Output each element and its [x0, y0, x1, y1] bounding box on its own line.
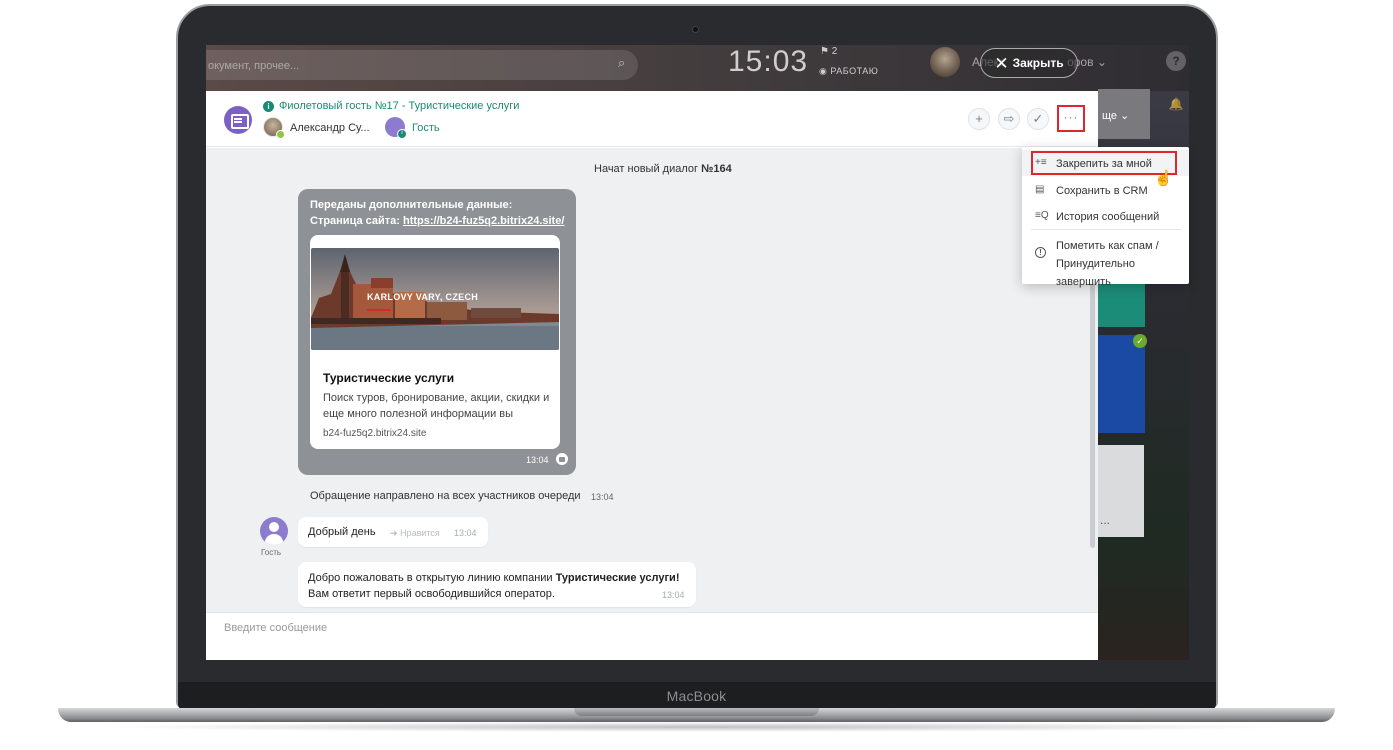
add-user-button[interactable]: +: [968, 108, 990, 130]
camera-icon: [692, 26, 699, 33]
message-time: 13:04: [454, 528, 477, 538]
menu-item-label: Пометить как спам / Принудительно заверш…: [1056, 237, 1189, 291]
chat-messages: Начат новый диалог №164 Переданы дополни…: [206, 148, 1098, 612]
welcome-text: Добро пожаловать в открытую линию компан…: [308, 572, 556, 584]
laptop-notch: [574, 708, 819, 716]
dialog-start-label: Начат новый диалог №164: [594, 163, 732, 175]
chat-panel: i Фиолетовый гость №17 - Туристические у…: [206, 91, 1098, 660]
portal-search-input[interactable]: окумент, прочее...: [206, 50, 638, 80]
background-tile-label: ще: [1102, 110, 1118, 122]
dialog-start-text: Начат новый диалог: [594, 163, 702, 175]
message-text: Добрый день: [308, 526, 376, 538]
finish-button[interactable]: ✓: [1027, 108, 1049, 130]
welcome-text-line2: Вам ответит первый освободившийся операт…: [308, 588, 555, 600]
message-input[interactable]: [224, 619, 824, 637]
guest-avatar[interactable]: [260, 517, 288, 545]
preview-title: Туристические услуги: [323, 371, 455, 385]
preview-image: KARLOVY VARY, CZECH: [311, 248, 559, 350]
system-notice: Обращение направлено на всех участников …: [310, 490, 581, 502]
work-status[interactable]: ◉ РАБОТАЮ: [819, 66, 878, 77]
chat-icon: [224, 106, 252, 134]
preview-image-caption: KARLOVY VARY, CZECH: [367, 292, 479, 302]
menu-item-label: Сохранить в CRM: [1056, 185, 1148, 197]
chat-header: i Фиолетовый гость №17 - Туристические у…: [206, 91, 1098, 147]
message-bubble[interactable]: Добро пожаловать в открытую линию компан…: [298, 562, 696, 607]
site-page-label: Страница сайта:: [310, 215, 404, 227]
work-status-label: РАБОТАЮ: [830, 66, 879, 76]
online-status-icon: [276, 130, 285, 139]
dialog-number: №164: [701, 163, 732, 175]
menu-item-spam[interactable]: ! Пометить как спам / Принудительно заве…: [1022, 233, 1189, 288]
like-button[interactable]: ➜ Нравится: [390, 528, 440, 539]
data-message-line1: Переданы дополнительные данные:: [310, 199, 513, 211]
message-bubble[interactable]: Добрый день ➜ Нравится 13:04: [298, 517, 488, 547]
hand-cursor-icon: ☝: [1154, 170, 1173, 187]
info-icon[interactable]: i: [263, 101, 274, 112]
company-name: Туристические услуги!: [555, 572, 680, 584]
guest-label: Гость: [261, 548, 282, 557]
transfer-button[interactable]: ⇨: [998, 108, 1020, 130]
message-time: 13:04: [662, 590, 685, 600]
history-search-icon: ≡Q: [1035, 210, 1049, 221]
like-icon: ➜: [390, 528, 398, 538]
portal-topbar: окумент, прочее... ⌕ 15:03 ⚑ 2 ◉ РАБОТАЮ…: [206, 45, 1189, 91]
background-tile-blue: [1098, 335, 1145, 433]
menu-item-label: История сообщений: [1056, 211, 1160, 223]
message-input-area: [206, 612, 1098, 660]
guest-info-icon: i: [397, 129, 407, 139]
laptop-shadow: [90, 722, 1303, 732]
lock-icon: [556, 453, 568, 465]
menu-divider: [1031, 229, 1181, 230]
bell-icon[interactable]: 🔔: [1166, 97, 1186, 117]
site-page-link[interactable]: https://b24-fuz5q2.bitrix24.site/: [403, 215, 564, 227]
crm-icon: ▤: [1035, 184, 1045, 195]
notice-time: 13:04: [591, 492, 614, 502]
message-text: Добро пожаловать в открытую линию компан…: [308, 570, 700, 602]
help-icon[interactable]: ?: [1166, 51, 1186, 71]
link-preview-card[interactable]: KARLOVY VARY, CZECH Туристические услуги…: [310, 235, 560, 449]
flag-counter[interactable]: ⚑ 2: [820, 46, 837, 57]
chat-icon-line: [234, 118, 242, 120]
operator-name[interactable]: Александр Су...: [290, 122, 370, 134]
preview-domain: b24-fuz5q2.bitrix24.site: [323, 428, 427, 439]
data-message-line2: Страница сайта: https://b24-fuz5q2.bitri…: [310, 213, 564, 229]
data-message-text: Переданы дополнительные данные: Страница…: [310, 197, 564, 229]
close-button-label: Закрыть: [1012, 56, 1064, 70]
guest-name[interactable]: Гость: [412, 122, 440, 134]
preview-description: Поиск туров, бронирование, акции, скидки…: [323, 392, 550, 420]
flag-count: 2: [831, 46, 838, 57]
close-button[interactable]: ✕ Закрыть: [980, 48, 1078, 78]
screen: окумент, прочее... ⌕ 15:03 ⚑ 2 ◉ РАБОТАЮ…: [206, 45, 1189, 660]
search-icon[interactable]: ⌕: [618, 55, 625, 71]
close-icon: ✕: [994, 53, 1009, 73]
data-message: Переданы дополнительные данные: Страница…: [298, 189, 576, 475]
user-avatar[interactable]: [930, 47, 960, 77]
message-time: 13:04: [526, 455, 549, 465]
chat-icon-line: [234, 121, 242, 123]
more-button[interactable]: ···: [1057, 105, 1085, 132]
background-tile-light: ...: [1098, 445, 1144, 537]
more-menu: +≡ Закрепить за мной ▤ Сохранить в CRM ≡…: [1022, 147, 1189, 288]
chat-title[interactable]: Фиолетовый гость №17 - Туристические усл…: [279, 100, 519, 112]
warning-icon: !: [1035, 247, 1046, 258]
check-icon: ✓: [1133, 334, 1147, 348]
like-label: Нравится: [400, 528, 440, 538]
menu-item-history[interactable]: ≡Q История сообщений: [1022, 203, 1189, 229]
background-tile: ще ⌄: [1098, 89, 1150, 139]
background-tile-dots: ...: [1100, 513, 1111, 527]
laptop-brand-label: MacBook: [666, 688, 727, 704]
menu-item-label-line1: Пометить как спам /: [1056, 240, 1159, 252]
clock: 15:03: [728, 45, 809, 78]
menu-item-label-line2: Принудительно завершить: [1056, 258, 1135, 288]
